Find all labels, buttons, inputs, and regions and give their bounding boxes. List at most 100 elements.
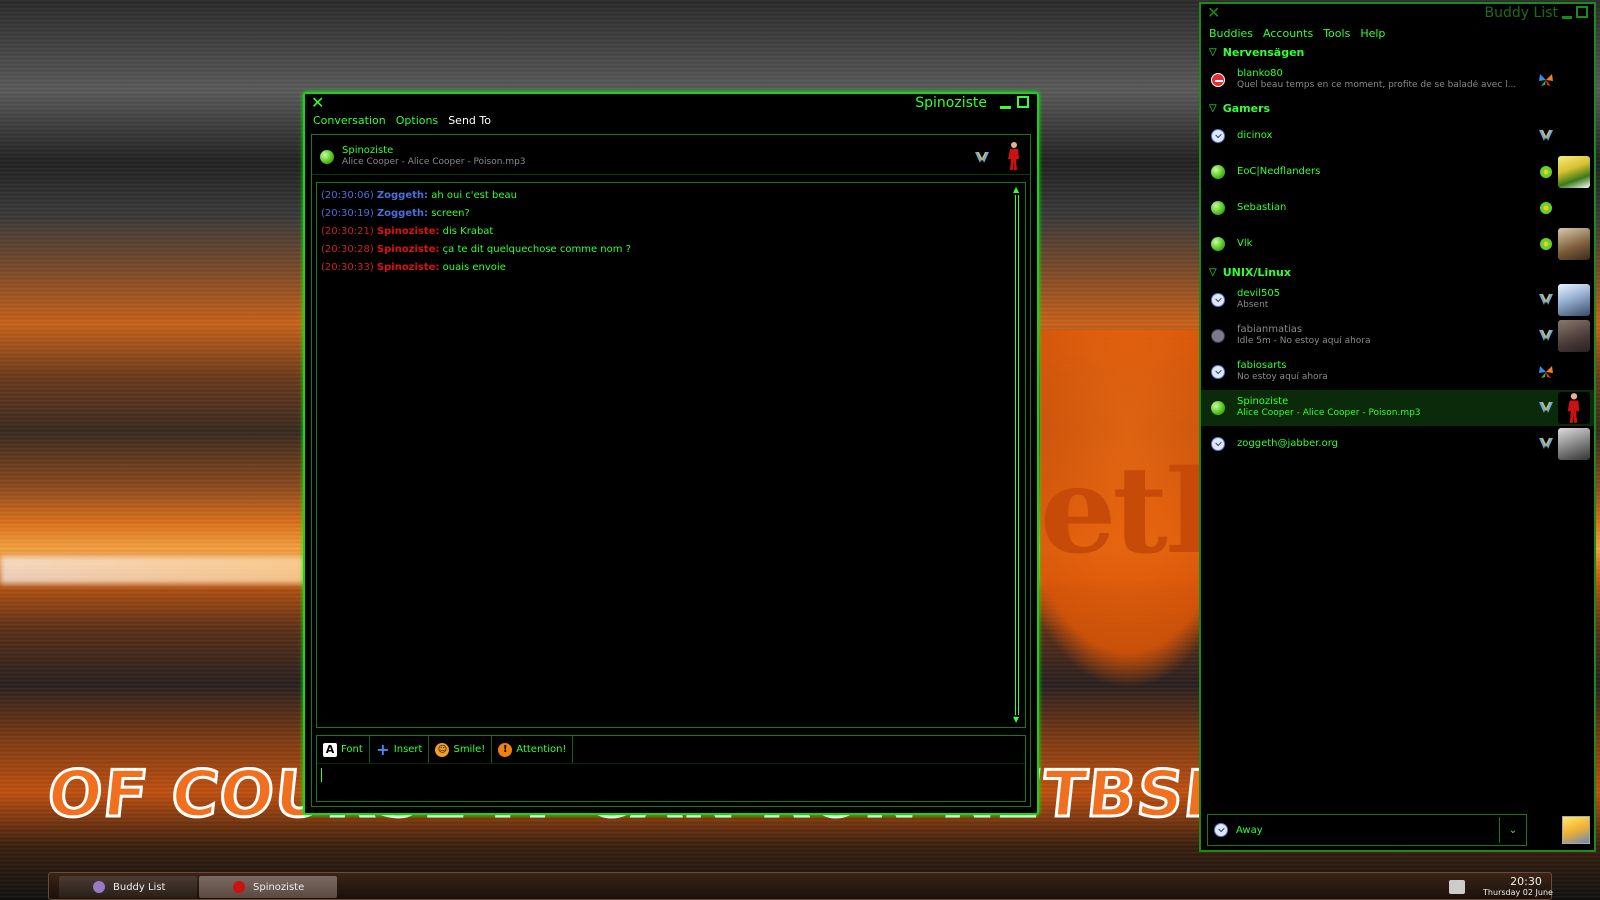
available-status-icon (320, 150, 334, 164)
close-icon[interactable]: ✕ (311, 95, 325, 111)
buddy-row-spinoziste[interactable]: Spinoziste Alice Cooper - Alice Cooper -… (1201, 390, 1594, 426)
message-line: (20:30:21) Spinoziste: dis Krabat (321, 223, 1021, 241)
buddy-name: Vlk (1237, 238, 1253, 249)
window-title: Spinoziste (915, 95, 987, 111)
buddy-name: Spinoziste (1237, 396, 1289, 407)
message-nick: Spinoziste: (376, 244, 440, 255)
network-tray-icon[interactable] (1449, 880, 1465, 894)
scroll-down-arrow-icon[interactable]: ▼ (1013, 716, 1021, 724)
message-line: (20:30:19) Zoggeth: screen? (321, 205, 1021, 223)
available-status-icon (1211, 237, 1225, 251)
taskbar-item-label: Buddy List (113, 881, 166, 893)
menu-options[interactable]: Options (396, 114, 438, 130)
font-button[interactable]: A Font (317, 736, 370, 763)
maximize-icon[interactable] (1576, 6, 1588, 18)
group-header-unix-linux[interactable]: ▽ UNIX/Linux (1201, 262, 1594, 282)
buddy-row-devil505[interactable]: devil505 Absent (1201, 282, 1594, 318)
close-icon[interactable]: ✕ (1207, 5, 1221, 21)
chevron-down-icon[interactable]: ⌄ (1500, 825, 1526, 836)
taskbar-item-spinoziste[interactable]: Spinoziste (199, 876, 337, 898)
taskbar-item-buddy-list[interactable]: Buddy List (59, 876, 197, 898)
clock-time[interactable]: 20:30 (1491, 875, 1561, 888)
menu-accounts[interactable]: Accounts (1263, 27, 1313, 40)
attention-button[interactable]: ! Attention! (492, 736, 574, 763)
message-nick: Zoggeth: (376, 190, 429, 201)
group-name: Nervensägen (1222, 45, 1305, 59)
taskbar-item-label: Spinoziste (253, 881, 305, 893)
buddy-avatar (1558, 428, 1590, 460)
message-text: screen? (431, 208, 470, 219)
message-input[interactable] (321, 768, 521, 782)
conversation-header: Spinoziste Alice Cooper - Alice Cooper -… (312, 135, 1030, 175)
my-avatar[interactable] (1562, 816, 1590, 844)
buddy-row-vlk[interactable]: Vlk (1201, 226, 1594, 262)
conversation-titlebar[interactable]: ✕ Spinoziste (305, 94, 1037, 114)
buddy-status-message: Absent (1237, 300, 1269, 310)
buddy-status-message: No estoy aquí ahora (1237, 372, 1328, 382)
group-name: UNIX/Linux (1222, 265, 1291, 279)
buddy-list-titlebar[interactable]: ✕ Buddy List (1201, 4, 1594, 24)
smile-button-label: Smile! (453, 744, 486, 755)
buddy-list-menubar: Buddies Accounts Tools Help (1201, 24, 1594, 42)
message-timestamp: (20:30:28) (321, 244, 374, 255)
message-line: (20:30:28) Spinoziste: ça te dit quelque… (321, 241, 1021, 259)
font-button-label: Font (341, 744, 363, 755)
buddy-list-window: ✕ Buddy List Buddies Accounts Tools Help… (1199, 2, 1596, 852)
buddy-name: dicinox (1237, 130, 1273, 141)
maximize-icon[interactable] (1017, 96, 1029, 108)
icq-flower-icon (1540, 166, 1552, 178)
message-text: ouais envoie (442, 262, 506, 273)
message-text: ah oui c'est beau (431, 190, 517, 201)
scrollbar[interactable] (1015, 195, 1019, 715)
icq-flower-icon (1540, 238, 1552, 250)
insert-button-label: Insert (393, 744, 423, 755)
format-toolbar: A Font + Insert ☺ Smile! ! Attention! (317, 736, 1025, 764)
menu-buddies[interactable]: Buddies (1209, 27, 1253, 40)
group-header-nervensaegen[interactable]: ▽ Nervensägen (1201, 42, 1594, 62)
menu-conversation[interactable]: Conversation (313, 114, 386, 130)
group-name: Gamers (1222, 101, 1271, 115)
buddy-row-eoc-nedflanders[interactable]: EoC|Nedflanders (1201, 154, 1594, 190)
minimize-icon[interactable] (1000, 106, 1011, 109)
buddy-status-message: Idle 5m - No estoy aquí ahora (1237, 336, 1371, 346)
status-selector[interactable]: Away ⌄ (1207, 814, 1527, 846)
pidgin-icon (93, 881, 105, 893)
jabber-protocol-icon (975, 151, 989, 163)
buddy-avatar (1558, 284, 1590, 316)
scroll-up-arrow-icon[interactable]: ▲ (1013, 186, 1021, 194)
buddy-status-message: Quel beau temps en ce moment, profite de… (1237, 80, 1517, 90)
conversation-pane: Spinoziste Alice Cooper - Alice Cooper -… (311, 134, 1031, 807)
away-status-icon (1211, 129, 1225, 143)
buddy-row-fabiosarts[interactable]: fabiosarts No estoy aquí ahora (1201, 354, 1594, 390)
smile-button[interactable]: ☺ Smile! (429, 736, 493, 763)
buddy-row-dicinox[interactable]: dicinox (1201, 118, 1594, 154)
buddy-row-sebastian[interactable]: Sebastian (1201, 190, 1594, 226)
menu-tools[interactable]: Tools (1323, 27, 1350, 40)
away-status-icon (1214, 823, 1228, 837)
insert-button[interactable]: + Insert (370, 736, 430, 763)
jabber-protocol-icon (1539, 437, 1553, 449)
buddy-row-blanko80[interactable]: blanko80 Quel beau temps en ce moment, p… (1201, 62, 1594, 98)
menu-send-to[interactable]: Send To (448, 114, 491, 130)
plus-icon: + (376, 739, 390, 759)
group-header-gamers[interactable]: ▽ Gamers (1201, 98, 1594, 118)
buddy-row-zoggeth[interactable]: zoggeth@jabber.org (1201, 426, 1594, 462)
buddy-avatar (1558, 320, 1590, 352)
buddy-avatar (1558, 228, 1590, 260)
buddy-row-fabianmatias[interactable]: fabianmatias Idle 5m - No estoy aquí aho… (1201, 318, 1594, 354)
minimize-icon[interactable] (1562, 16, 1572, 19)
menu-help[interactable]: Help (1360, 27, 1385, 40)
msn-butterfly-icon (1539, 366, 1553, 378)
buddy-name: Sebastian (1237, 202, 1287, 213)
buddy-avatar (1558, 156, 1590, 188)
idle-status-icon (1211, 329, 1225, 343)
message-log[interactable]: (20:30:06) Zoggeth: ah oui c'est beau (2… (316, 182, 1026, 728)
available-status-icon (1211, 165, 1225, 179)
buddy-avatar (1558, 392, 1590, 424)
available-status-icon (1211, 401, 1225, 415)
buddy-avatar-figure-icon (1008, 142, 1019, 170)
message-text: dis Krabat (442, 226, 494, 237)
buddy-name: blanko80 (1237, 68, 1283, 79)
collapse-arrow-icon: ▽ (1209, 102, 1217, 114)
conversation-menubar: Conversation Options Send To (305, 114, 1037, 130)
